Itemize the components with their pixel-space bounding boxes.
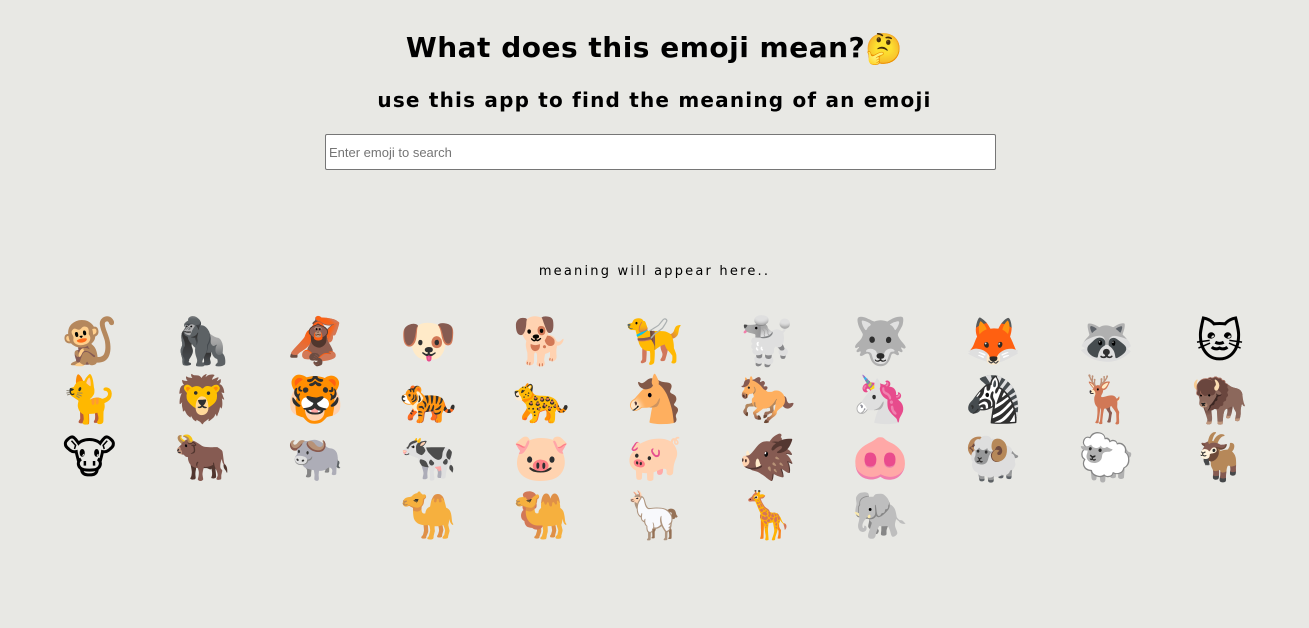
emoji-item-cow[interactable]: 🐄: [372, 428, 485, 486]
page-title: What does this emoji mean?🤔: [0, 28, 1309, 70]
thinking-face-icon: 🤔: [865, 32, 904, 67]
title-text: What does this emoji mean?: [405, 31, 866, 64]
emoji-item-pig-nose[interactable]: 🐽: [824, 428, 937, 486]
emoji-item-dog[interactable]: 🐕: [485, 312, 598, 370]
emoji-item-dog-face[interactable]: 🐶: [372, 312, 485, 370]
emoji-item-leopard[interactable]: 🐆: [485, 370, 598, 428]
emoji-item-tiger[interactable]: 🐅: [372, 370, 485, 428]
emoji-item-ewe[interactable]: 🐑: [1050, 428, 1163, 486]
page-subtitle: use this app to find the meaning of an e…: [377, 88, 932, 112]
emoji-item-wolf[interactable]: 🐺: [824, 312, 937, 370]
emoji-item-boar[interactable]: 🐗: [711, 428, 824, 486]
emoji-item-zebra[interactable]: 🦓: [937, 370, 1050, 428]
emoji-item-fox[interactable]: 🦊: [937, 312, 1050, 370]
emoji-item-monkey[interactable]: 🐒: [33, 312, 146, 370]
emoji-item-horse[interactable]: 🐎: [711, 370, 824, 428]
emoji-item-water-buffalo[interactable]: 🐃: [259, 428, 372, 486]
emoji-list: 🐒 🦍 🦧 🐶 🐕 🦮 🐩 🐺 🦊 🦝 🐱 🐈 🦁 🐯 🐅 🐆 🐴 🐎 🦄 🦓 🦌 🦬 🐮 🐂 🐃 🐄 🐷 🐖 🐗 🐽 🐏 🐑 🐐 🐪 🐫 🦙 🦒 🐘: [0, 312, 1309, 544]
emoji-item-deer[interactable]: 🦌: [1050, 370, 1163, 428]
emoji-item-pig-face[interactable]: 🐷: [485, 428, 598, 486]
emoji-item-orangutan[interactable]: 🦧: [259, 312, 372, 370]
emoji-item-giraffe[interactable]: 🦒: [711, 486, 824, 544]
emoji-item-guide-dog[interactable]: 🦮: [598, 312, 711, 370]
emoji-item-unicorn[interactable]: 🦄: [824, 370, 937, 428]
emoji-item-cow-face[interactable]: 🐮: [33, 428, 146, 486]
emoji-item-tiger-face[interactable]: 🐯: [259, 370, 372, 428]
emoji-item-lion[interactable]: 🦁: [146, 370, 259, 428]
emoji-item-cat[interactable]: 🐈: [33, 370, 146, 428]
meaning-output: meaning will appear here..: [538, 264, 771, 279]
emoji-item-two-hump-camel[interactable]: 🐫: [485, 486, 598, 544]
emoji-item-camel[interactable]: 🐪: [372, 486, 485, 544]
emoji-item-raccoon[interactable]: 🦝: [1050, 312, 1163, 370]
emoji-item-cat-face[interactable]: 🐱: [1163, 312, 1276, 370]
emoji-item-elephant[interactable]: 🐘: [824, 486, 937, 544]
emoji-item-pig[interactable]: 🐖: [598, 428, 711, 486]
emoji-item-bison[interactable]: 🦬: [1163, 370, 1276, 428]
emoji-item-gorilla[interactable]: 🦍: [146, 312, 259, 370]
emoji-item-horse-face[interactable]: 🐴: [598, 370, 711, 428]
emoji-item-llama[interactable]: 🦙: [598, 486, 711, 544]
emoji-item-poodle[interactable]: 🐩: [711, 312, 824, 370]
emoji-search-input[interactable]: [325, 134, 996, 170]
emoji-item-goat[interactable]: 🐐: [1163, 428, 1276, 486]
emoji-item-ram[interactable]: 🐏: [937, 428, 1050, 486]
emoji-item-ox[interactable]: 🐂: [146, 428, 259, 486]
